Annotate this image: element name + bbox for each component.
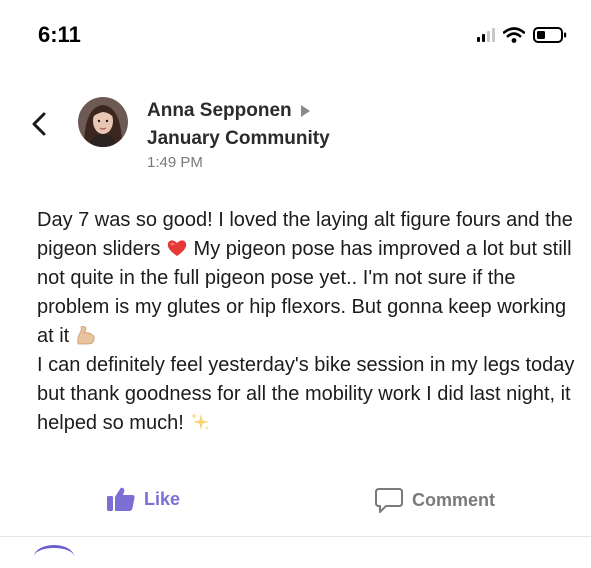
status-bar: 6:11 — [0, 0, 591, 70]
heart-emoji — [167, 240, 187, 256]
battery-icon — [533, 27, 567, 43]
community-name[interactable]: January Community — [147, 128, 330, 150]
post-actions: Like Comment — [0, 484, 591, 524]
cellular-signal-icon — [477, 28, 495, 42]
wifi-icon — [503, 27, 525, 43]
thumbs-up-icon — [107, 487, 135, 511]
author-name[interactable]: Anna Sepponen — [147, 100, 310, 122]
status-icons — [477, 24, 567, 46]
avatar[interactable] — [78, 97, 128, 147]
back-chevron-icon[interactable] — [26, 108, 54, 140]
post-timestamp: 1:49 PM — [147, 154, 203, 171]
comment-bubble-icon — [375, 488, 403, 513]
like-label: Like — [144, 488, 181, 509]
like-button[interactable]: Like — [106, 486, 180, 512]
comment-label: Comment — [412, 489, 496, 510]
post-header: Anna Sepponen January Community 1:49 PM — [0, 90, 591, 180]
next-item-partial — [34, 545, 74, 568]
comment-button[interactable]: Comment — [374, 486, 495, 514]
flexed-biceps-emoji — [77, 326, 95, 345]
post-paragraph-2: I can definitely feel yesterday's bike s… — [37, 351, 577, 438]
post-paragraph-1: Day 7 was so good! I loved the laying al… — [37, 206, 577, 351]
status-time: 6:11 — [38, 22, 81, 47]
play-triangle-icon — [300, 105, 310, 117]
sparkles-emoji — [191, 413, 210, 430]
post-body: Day 7 was so good! I loved the laying al… — [37, 206, 577, 438]
avatar-image — [78, 97, 128, 147]
divider — [0, 536, 591, 537]
author-name-text: Anna Sepponen — [147, 100, 292, 121]
post-text-segment-3: I can definitely feel yesterday's bike s… — [37, 354, 575, 434]
